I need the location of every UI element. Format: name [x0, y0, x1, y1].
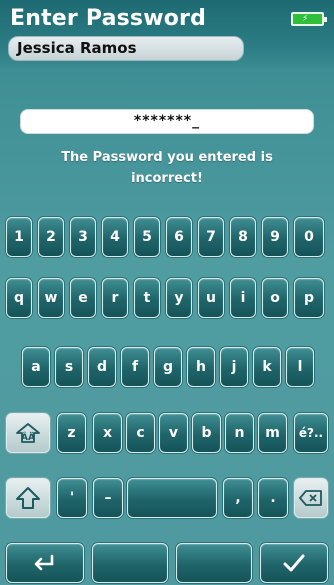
- key-s[interactable]: s: [55, 347, 83, 387]
- key-b[interactable]: b: [192, 413, 221, 453]
- key-t[interactable]: t: [134, 278, 160, 318]
- key-o[interactable]: o: [262, 278, 288, 318]
- key-y[interactable]: y: [166, 278, 192, 318]
- key-x[interactable]: x: [93, 413, 122, 453]
- key-m[interactable]: m: [258, 413, 287, 453]
- key-4[interactable]: 4: [102, 217, 128, 257]
- key-v[interactable]: v: [159, 413, 188, 453]
- backspace-icon: [299, 490, 322, 506]
- key-h[interactable]: h: [187, 347, 215, 387]
- space-key[interactable]: [127, 478, 217, 518]
- key-2[interactable]: 2: [38, 217, 64, 257]
- page-title: Enter Password: [10, 6, 207, 31]
- key-w[interactable]: w: [38, 278, 64, 318]
- error-line-1: The Password you entered is: [61, 150, 273, 165]
- confirm-key[interactable]: [260, 543, 328, 583]
- key-dash[interactable]: –: [93, 478, 123, 518]
- header-bar: Enter Password ⚡ Jessica Ramos: [0, 0, 334, 68]
- plug-icon: ⚡: [302, 14, 309, 24]
- key-1[interactable]: 1: [6, 217, 32, 257]
- return-arrow-icon: [34, 554, 54, 571]
- key-f[interactable]: f: [121, 347, 149, 387]
- key-c[interactable]: c: [126, 413, 155, 453]
- shift-arrow-icon: [16, 487, 40, 509]
- key-3[interactable]: 3: [70, 217, 96, 257]
- key-e[interactable]: e: [70, 278, 96, 318]
- key-7[interactable]: 7: [198, 217, 224, 257]
- key-r[interactable]: r: [102, 278, 128, 318]
- key-0[interactable]: 0: [294, 217, 324, 257]
- key-n[interactable]: n: [225, 413, 254, 453]
- key-k[interactable]: k: [253, 347, 281, 387]
- checkmark-icon: [283, 554, 305, 572]
- key-apostrophe[interactable]: ': [57, 478, 87, 518]
- user-name-field[interactable]: Jessica Ramos: [8, 36, 244, 61]
- key-q[interactable]: q: [6, 278, 32, 318]
- key-a[interactable]: a: [22, 347, 50, 387]
- blank-key-2[interactable]: [176, 543, 252, 583]
- key-5[interactable]: 5: [134, 217, 160, 257]
- keyboard-mode-key[interactable]: ÂÄ: [6, 413, 50, 453]
- password-input[interactable]: *******_: [20, 109, 314, 134]
- enter-key[interactable]: [6, 543, 84, 583]
- key-i[interactable]: i: [230, 278, 256, 318]
- key-comma[interactable]: ,: [223, 478, 253, 518]
- key-9[interactable]: 9: [262, 217, 288, 257]
- error-message: The Password you entered is incorrect!: [0, 147, 334, 189]
- key-j[interactable]: j: [220, 347, 248, 387]
- key-d[interactable]: d: [88, 347, 116, 387]
- key-z[interactable]: z: [57, 413, 86, 453]
- symbols-key[interactable]: é?..: [294, 413, 328, 453]
- shift-key[interactable]: [6, 478, 50, 518]
- backspace-key[interactable]: [294, 478, 328, 518]
- key-6[interactable]: 6: [166, 217, 192, 257]
- blank-key-1[interactable]: [92, 543, 168, 583]
- key-p[interactable]: p: [294, 278, 324, 318]
- key-l[interactable]: l: [286, 347, 314, 387]
- key-u[interactable]: u: [198, 278, 224, 318]
- key-g[interactable]: g: [154, 347, 182, 387]
- battery-charging-icon: ⚡: [291, 12, 327, 26]
- error-line-2: incorrect!: [131, 171, 203, 186]
- key-8[interactable]: 8: [230, 217, 256, 257]
- mode-key-label: ÂÄ: [21, 433, 35, 443]
- key-period[interactable]: .: [258, 478, 288, 518]
